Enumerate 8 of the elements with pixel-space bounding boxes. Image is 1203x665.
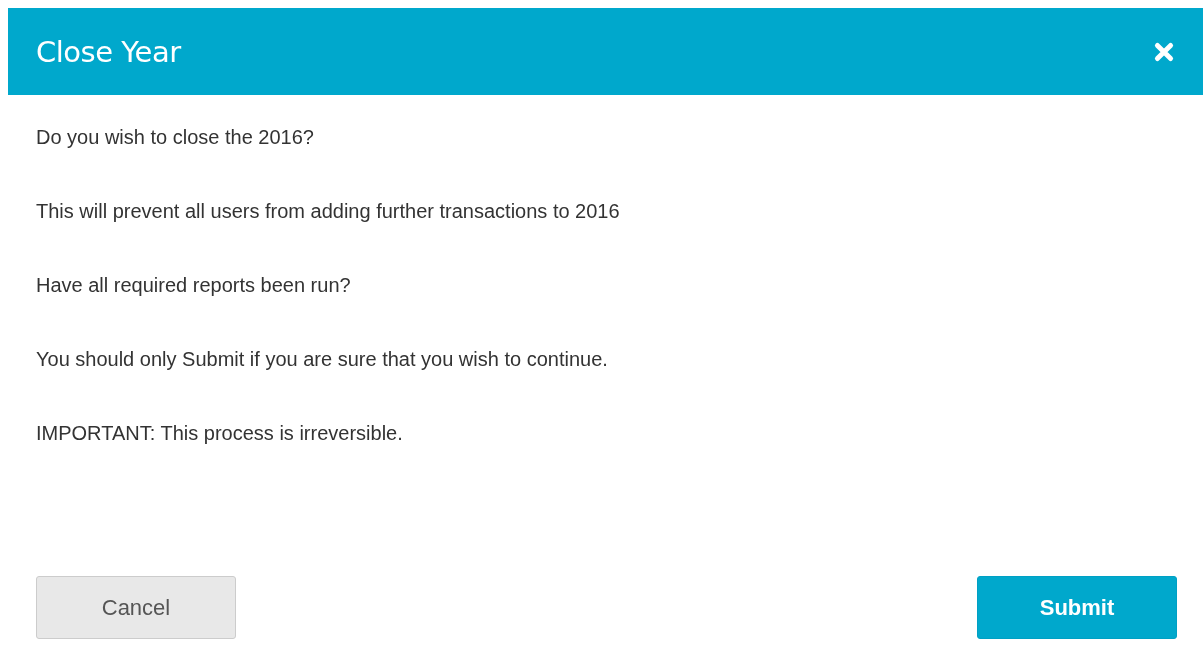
close-icon[interactable] xyxy=(1153,40,1175,63)
message-text: IMPORTANT: This process is irreversible. xyxy=(36,423,404,443)
message-text: Have all required reports been run? xyxy=(36,275,352,295)
message-text: Do you wish to close the 2016? xyxy=(36,127,315,147)
cancel-button[interactable]: Cancel xyxy=(36,576,236,639)
message-text: This will prevent all users from adding further transactions to 2016 xyxy=(36,201,621,221)
message-text: You should only Submit if you are sure that you wish to continue. xyxy=(36,349,609,369)
dialog-title: Close Year xyxy=(36,34,181,69)
